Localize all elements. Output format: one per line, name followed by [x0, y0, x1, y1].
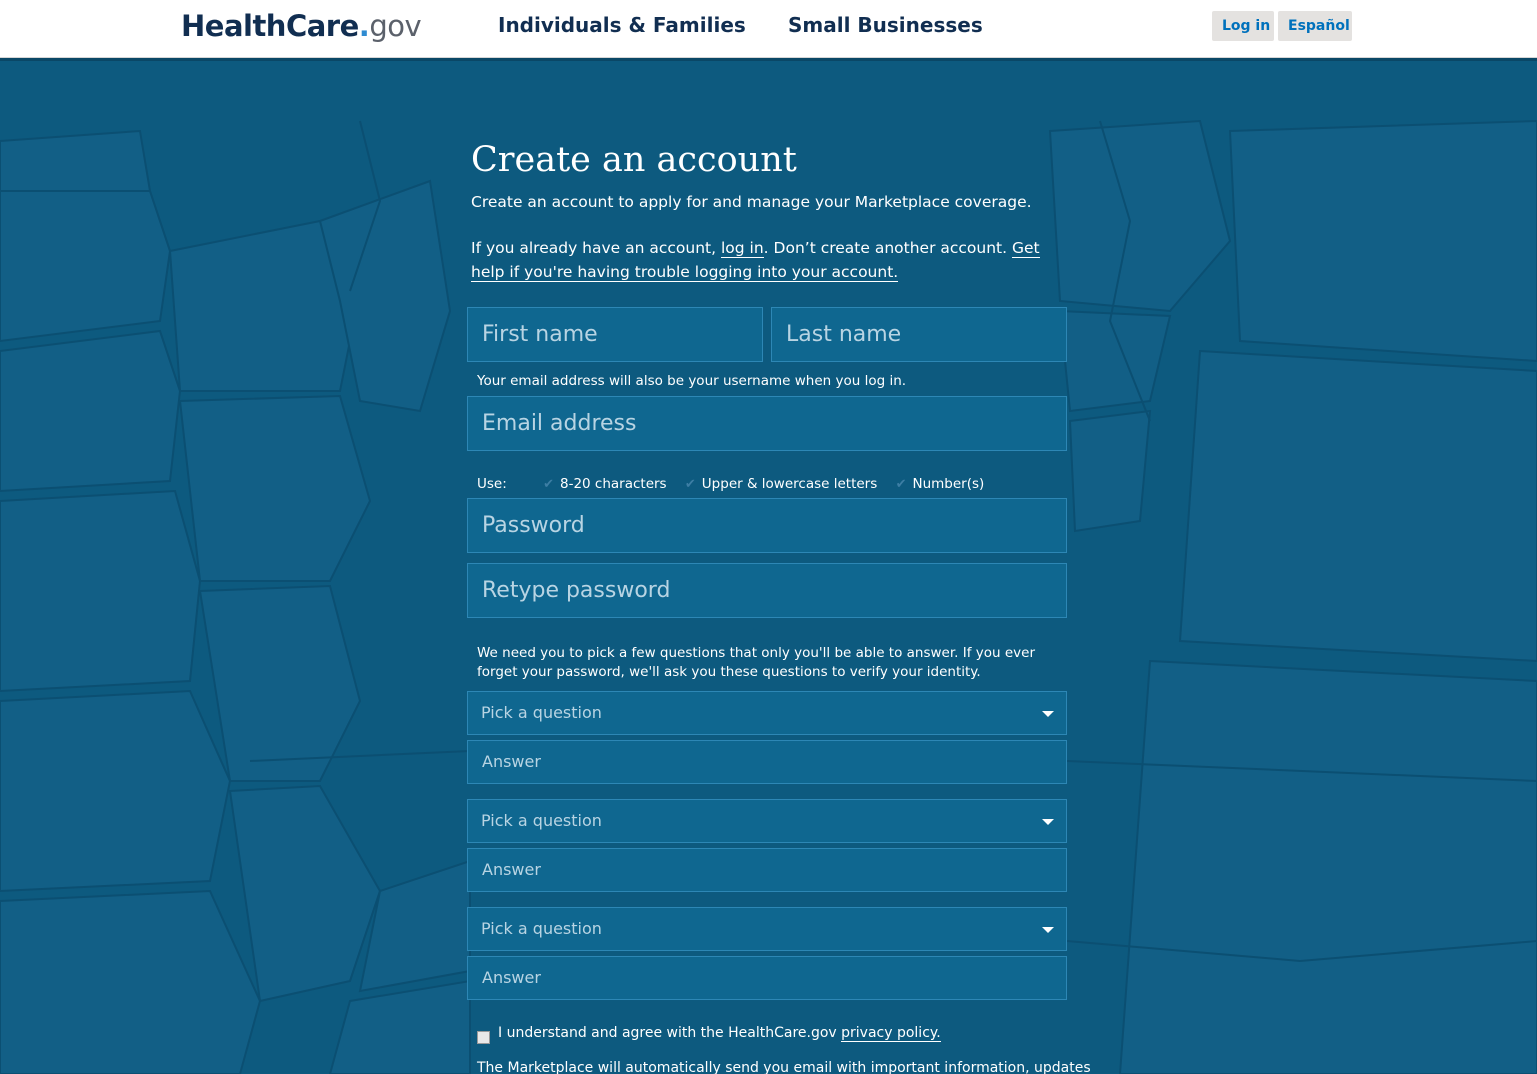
rule-case: Upper & lowercase letters [701, 476, 878, 492]
marketplace-email-note: The Marketplace will automatically send … [477, 1060, 1091, 1074]
privacy-agree-checkbox[interactable] [477, 1030, 490, 1044]
privacy-agreement: I understand and agree with the HealthCa… [477, 1025, 941, 1044]
healthcare-gov-logo[interactable]: HealthCare.gov [181, 8, 422, 44]
retype-password-input[interactable]: Retype password [467, 563, 1067, 618]
privacy-policy-link[interactable]: privacy policy. [841, 1025, 941, 1042]
chevron-down-icon [1042, 711, 1054, 717]
nav-individuals-families[interactable]: Individuals & Families [498, 13, 746, 37]
site-header: HealthCare.gov Individuals & Families Sm… [0, 0, 1537, 58]
rule-numbers: Number(s) [912, 476, 985, 492]
page-subtitle: Create an account to apply for and manag… [471, 193, 1032, 211]
security-question-3-select[interactable]: Pick a question [467, 907, 1067, 951]
select-value: Pick a question [481, 703, 602, 722]
security-answer-3-input[interactable]: Answer [467, 956, 1067, 1000]
chevron-down-icon [1042, 927, 1054, 933]
security-question-2-select[interactable]: Pick a question [467, 799, 1067, 843]
chevron-down-icon [1042, 819, 1054, 825]
logo-gov-text: gov [369, 9, 422, 43]
nav-small-businesses[interactable]: Small Businesses [788, 13, 983, 37]
security-answer-1-input[interactable]: Answer [467, 740, 1067, 784]
security-answer-2-input[interactable]: Answer [467, 848, 1067, 892]
password-rules: Use: ✔ 8-20 characters ✔ Upper & lowercase… [477, 476, 998, 492]
agree-text: I understand and agree with the HealthCa… [498, 1025, 842, 1041]
login-button[interactable]: Log in [1212, 11, 1274, 41]
rule-length: 8-20 characters [559, 476, 667, 492]
page-title: Create an account [471, 140, 797, 180]
logo-healthcare-text: HealthCare [181, 9, 359, 43]
check-icon: ✔ [684, 477, 696, 492]
last-name-input[interactable]: Last name [771, 307, 1067, 362]
check-icon: ✔ [543, 477, 554, 492]
security-questions-note: We need you to pick a few questions that… [477, 645, 1036, 680]
logo-dot: . [358, 9, 370, 43]
password-rules-label: Use: [477, 476, 507, 492]
security-question-1-select[interactable]: Pick a question [467, 691, 1067, 735]
espanol-button[interactable]: Español [1278, 11, 1352, 41]
password-input[interactable]: Password [467, 498, 1067, 553]
select-value: Pick a question [481, 811, 602, 830]
email-input[interactable]: Email address [467, 396, 1067, 451]
existing-account-note: If you already have an account, log in. … [471, 236, 1071, 284]
login-link[interactable]: log in [720, 239, 764, 258]
existing-account-middle: . Don’t create another account. [763, 239, 1012, 257]
first-name-input[interactable]: First name [467, 307, 763, 362]
existing-account-prefix: If you already have an account, [471, 239, 721, 257]
check-icon: ✔ [895, 477, 907, 492]
email-hint: Your email address will also be your use… [477, 373, 907, 389]
select-value: Pick a question [481, 919, 602, 938]
